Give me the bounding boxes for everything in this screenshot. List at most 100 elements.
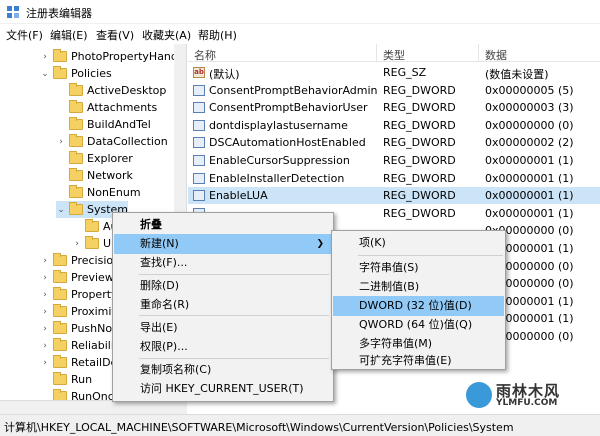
tree-item[interactable]: › Property bbox=[40, 286, 118, 303]
tree-item[interactable]: › RetailDe bbox=[40, 354, 117, 371]
expand-chevron-icon[interactable]: › bbox=[40, 324, 50, 334]
folder-icon bbox=[69, 185, 83, 198]
tree-item[interactable]: › PreviewH bbox=[40, 269, 122, 286]
expand-chevron-icon[interactable]: › bbox=[40, 307, 50, 317]
column-divider[interactable] bbox=[376, 44, 377, 62]
expand-chevron-icon[interactable]: › bbox=[40, 52, 50, 62]
menu-separator bbox=[358, 255, 503, 256]
goto-hkcu-menu-item[interactable]: 访问 HKEY_CURRENT_USER(T) bbox=[114, 379, 332, 399]
tree-item[interactable]: Network bbox=[56, 167, 133, 184]
tree-item-label: ActiveDesktop bbox=[87, 84, 167, 97]
menu-item-label: 重命名(R) bbox=[140, 298, 190, 311]
folder-icon bbox=[69, 100, 83, 113]
tree-item[interactable]: ⌄ Policies bbox=[40, 65, 112, 82]
tree-item[interactable]: Attachments bbox=[56, 99, 157, 116]
folder-icon bbox=[85, 219, 99, 232]
tree-item[interactable]: › UI bbox=[72, 235, 114, 252]
menu-edit[interactable]: 编辑(E) bbox=[50, 27, 88, 43]
value-row[interactable]: EnableInstallerDetection REG_DWORD 0x00000… bbox=[188, 170, 600, 187]
expand-chevron-icon[interactable]: › bbox=[40, 290, 50, 300]
folder-icon bbox=[53, 66, 67, 79]
tree-item[interactable]: ActiveDesktop bbox=[56, 82, 166, 99]
menu-item-label: 多字符串值(M) bbox=[359, 337, 433, 350]
value-data: 0x00000001 (1) bbox=[485, 154, 574, 167]
watermark-logo-icon bbox=[466, 382, 492, 408]
new-dword-value-item[interactable]: DWORD (32 位)值(D) bbox=[333, 296, 504, 316]
export-menu-item[interactable]: 导出(E) bbox=[114, 318, 332, 338]
new-expandable-string-item[interactable]: 可扩充字符串值(E) bbox=[333, 351, 504, 371]
folder-icon bbox=[53, 304, 67, 317]
folder-icon bbox=[69, 83, 83, 96]
menu-item-label: 可扩充字符串值(E) bbox=[359, 354, 452, 367]
value-type: REG_DWORD bbox=[383, 206, 456, 220]
value-type: REG_DWORD bbox=[383, 136, 456, 150]
value-name: ConsentPromptBehaviorAdmin bbox=[209, 83, 378, 97]
dword-value-icon bbox=[193, 172, 205, 184]
expand-chevron-icon[interactable]: ⌄ bbox=[56, 205, 66, 215]
value-name: EnableCursorSuppression bbox=[209, 154, 350, 167]
menu-file[interactable]: 文件(F) bbox=[6, 27, 43, 43]
menu-separator bbox=[139, 274, 329, 275]
find-menu-item[interactable]: 查找(F)... bbox=[114, 253, 332, 273]
menu-item-label: 二进制值(B) bbox=[359, 280, 420, 293]
value-name: dontdisplaylastusername bbox=[209, 118, 348, 132]
tree-item[interactable]: › Precision bbox=[40, 252, 120, 269]
menu-bar: 文件(F) 编辑(E) 查看(V) 收藏夹(A) 帮助(H) bbox=[0, 24, 600, 44]
value-data: 0x00000005 (5) bbox=[485, 83, 574, 97]
tree-item-label: PushNot bbox=[71, 322, 117, 335]
value-type: REG_SZ bbox=[383, 66, 427, 79]
delete-menu-item[interactable]: 删除(D) bbox=[114, 276, 332, 296]
expand-chevron-icon[interactable]: › bbox=[40, 256, 50, 266]
collapse-menu-item[interactable]: 折叠 bbox=[114, 215, 332, 235]
tree-item[interactable]: NonEnum bbox=[56, 184, 141, 201]
tree-item[interactable]: › Reliabilit bbox=[40, 337, 118, 354]
menu-item-label: 新建(N) bbox=[140, 237, 179, 250]
expand-chevron-icon[interactable]: › bbox=[40, 358, 50, 368]
permissions-menu-item[interactable]: 权限(P)... bbox=[114, 337, 332, 357]
tree-item[interactable]: Run bbox=[40, 371, 92, 388]
expand-chevron-icon[interactable]: › bbox=[72, 239, 82, 249]
tree-item[interactable]: › DataCollection bbox=[56, 133, 168, 150]
value-row[interactable]: ConsentPromptBehaviorAdmin REG_DWORD 0x000… bbox=[188, 82, 600, 99]
value-type: REG_DWORD bbox=[383, 83, 456, 97]
tree-item[interactable]: RunOnce bbox=[40, 388, 121, 400]
tree-item[interactable]: › PhotoPropertyHand bbox=[40, 48, 178, 65]
value-row[interactable]: DSCAutomationHostEnabled REG_DWORD 0x00000… bbox=[188, 134, 600, 151]
value-row[interactable]: EnableLUA REG_DWORD 0x00000001 (1) bbox=[188, 187, 600, 205]
value-row[interactable]: dontdisplaylastusername REG_DWORD 0x000000… bbox=[188, 117, 600, 134]
rename-menu-item[interactable]: 重命名(R) bbox=[114, 295, 332, 315]
watermark-url: YLMFU.COM bbox=[496, 398, 558, 408]
value-row[interactable]: ab (默认) REG_SZ (数值未设置) bbox=[188, 64, 600, 81]
expand-chevron-icon[interactable]: › bbox=[56, 137, 66, 147]
new-key-item[interactable]: 项(K) bbox=[333, 233, 504, 253]
tree-item-label: Policies bbox=[71, 67, 112, 80]
tree-item[interactable]: › PushNot bbox=[40, 320, 116, 337]
tree-item-label: Attachments bbox=[87, 101, 158, 114]
value-row[interactable]: ConsentPromptBehaviorUser REG_DWORD 0x0000… bbox=[188, 99, 600, 116]
tree-item-label: PhotoPropertyHand bbox=[71, 50, 178, 63]
tree-item[interactable]: › Proximity bbox=[40, 303, 122, 320]
menu-view[interactable]: 查看(V) bbox=[96, 27, 134, 43]
value-data: 0x00000001 (1) bbox=[485, 189, 574, 203]
expand-chevron-icon[interactable]: ⌄ bbox=[40, 69, 50, 79]
column-data[interactable]: 数据 bbox=[485, 47, 507, 63]
value-type: REG_DWORD bbox=[383, 154, 456, 167]
value-row[interactable]: EnableCursorSuppression REG_DWORD 0x000000… bbox=[188, 152, 600, 169]
column-type[interactable]: 类型 bbox=[383, 47, 405, 63]
tree-item[interactable]: BuildAndTel bbox=[56, 116, 151, 133]
expand-chevron-icon[interactable]: › bbox=[40, 341, 50, 351]
new-qword-value-item[interactable]: QWORD (64 位)值(Q) bbox=[333, 315, 504, 335]
column-name[interactable]: 名称 bbox=[194, 47, 216, 63]
tree-item[interactable]: Au bbox=[72, 218, 118, 235]
menu-help[interactable]: 帮助(H) bbox=[198, 27, 237, 43]
tree-horizontal-scrollbar[interactable] bbox=[0, 400, 187, 414]
copy-key-name-menu-item[interactable]: 复制项名称(C) bbox=[114, 360, 332, 380]
menu-favorites[interactable]: 收藏夹(A) bbox=[142, 27, 191, 43]
new-string-value-item[interactable]: 字符串值(S) bbox=[333, 258, 504, 278]
expand-chevron-icon[interactable]: › bbox=[40, 273, 50, 283]
new-binary-value-item[interactable]: 二进制值(B) bbox=[333, 277, 504, 297]
column-divider[interactable] bbox=[478, 44, 479, 62]
folder-icon bbox=[85, 236, 99, 249]
new-menu-item[interactable]: 新建(N) ❯ bbox=[114, 234, 332, 254]
tree-item[interactable]: Explorer bbox=[56, 150, 133, 167]
